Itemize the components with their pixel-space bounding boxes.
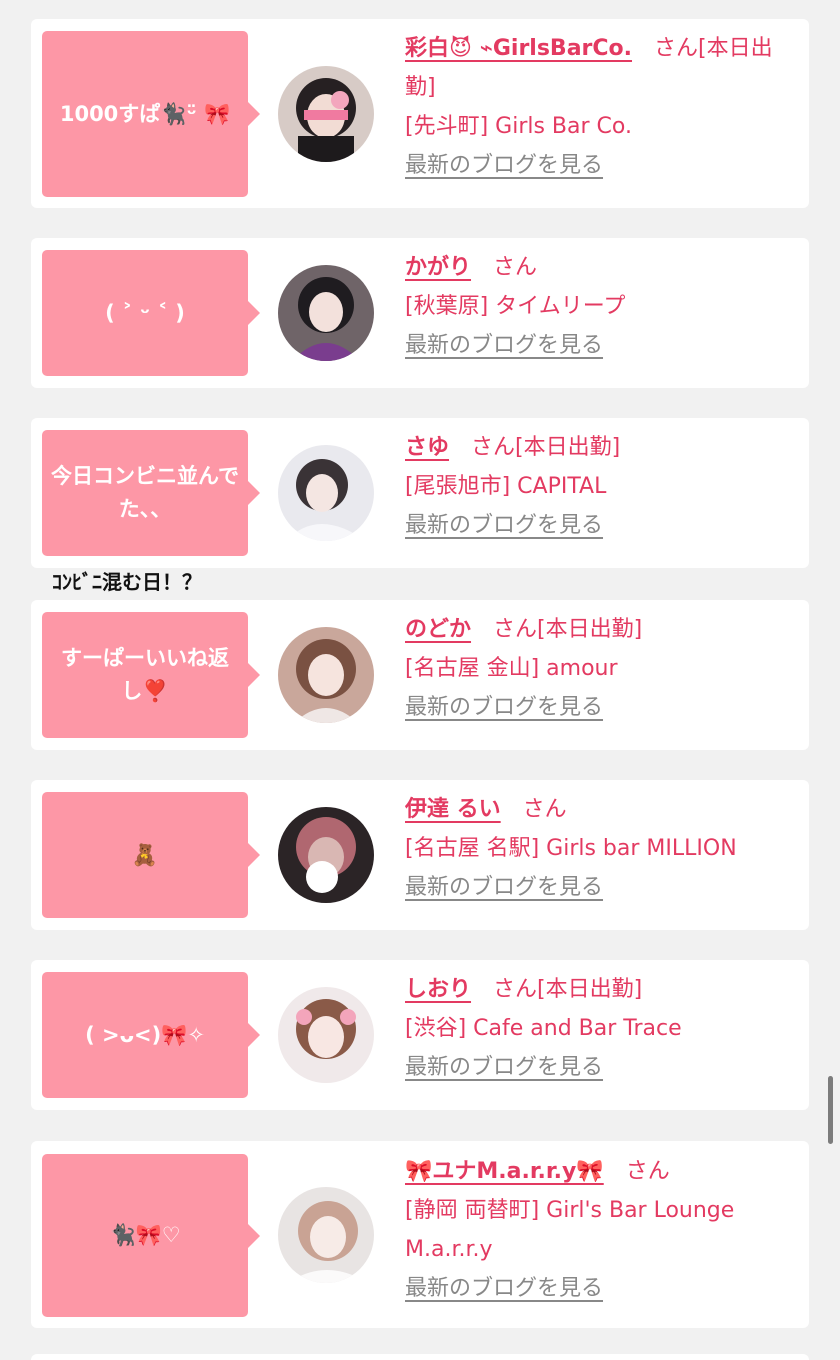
girl-name-link[interactable]: かがり: [405, 255, 471, 280]
latest-blog-link[interactable]: 最新のブログを見る: [405, 688, 797, 727]
comment-text: ( ˃ ᵕ ˂ ): [105, 300, 185, 325]
shop-label: [先斗町] Girls Bar Co.: [405, 114, 632, 139]
avatar[interactable]: [278, 265, 374, 361]
girl-info: しおり さん[本日出勤] [渋谷] Cafe and Bar Trace 最新のブ…: [405, 970, 797, 1087]
bubble-overflow-text: ｺﾝﾋﾞﾆ混む日！？: [52, 570, 202, 594]
girl-status: さん[本日出勤]: [471, 435, 621, 460]
girl-info: のどか さん[本日出勤] [名古屋 金山] amour 最新のブログを見る: [405, 610, 797, 727]
comment-text: 1000すぱ🐈‍⬛ᵕ̈ 🎀: [59, 101, 231, 126]
latest-blog-link[interactable]: 最新のブログを見る: [405, 1269, 797, 1308]
girl-card: 今日コンビニ並んでた、、 さゆ さん[本日出勤] [尾張旭市] CAPITAL 最…: [31, 418, 809, 568]
girl-status: さん: [493, 255, 538, 280]
girl-status: さん: [625, 1159, 670, 1184]
comment-bubble[interactable]: 今日コンビニ並んでた、、: [42, 430, 260, 556]
avatar-image: [278, 66, 374, 162]
shop-label: [名古屋 名駅] Girls bar MILLION: [405, 836, 737, 861]
girl-status: さん[本日出勤]: [493, 977, 643, 1002]
girl-info: 伊達 るい さん [名古屋 名駅] Girls bar MILLION 最新のブロ…: [405, 790, 797, 907]
avatar[interactable]: [278, 445, 374, 541]
latest-blog-link[interactable]: 最新のブログを見る: [405, 1048, 797, 1087]
girl-name-link[interactable]: さゆ: [405, 435, 449, 460]
girl-name-link[interactable]: しおり: [405, 977, 471, 1002]
avatar[interactable]: [278, 987, 374, 1083]
latest-blog-link[interactable]: 最新のブログを見る: [405, 326, 797, 365]
girl-name-link[interactable]: 伊達 るい: [405, 797, 501, 822]
girl-card: 1000すぱ🐈‍⬛ᵕ̈ 🎀 彩白😈 ⌁GirlsBarCo. さん[本日出勤] […: [31, 19, 809, 208]
shop-label: [尾張旭市] CAPITAL: [405, 474, 607, 499]
girl-name-link[interactable]: 🎀ユナM.a.r.r.y🎀: [405, 1159, 604, 1184]
girl-card: すーぱーいいね返し❣️ のどか さん[本日出勤] [名古屋 金山] amour 最…: [31, 600, 809, 750]
avatar[interactable]: [278, 627, 374, 723]
comment-bubble[interactable]: ( ˃ ᵕ ˂ ): [42, 250, 260, 376]
girl-info: さゆ さん[本日出勤] [尾張旭市] CAPITAL 最新のブログを見る: [405, 428, 797, 545]
avatar[interactable]: [278, 66, 374, 162]
girl-status: さん[本日出勤]: [493, 617, 643, 642]
latest-blog-link[interactable]: 最新のブログを見る: [405, 506, 797, 545]
girl-info: 🎀ユナM.a.r.r.y🎀 さん [静岡 両替町] Girl's Bar Loun…: [405, 1152, 797, 1308]
avatar-image: [278, 627, 374, 723]
avatar[interactable]: [278, 807, 374, 903]
girl-name-link[interactable]: のどか: [405, 617, 471, 642]
comment-text: ( >ᴗ<)🎀✧: [85, 1022, 205, 1047]
shop-label: [名古屋 金山] amour: [405, 656, 618, 681]
girl-name-link[interactable]: 彩白😈 ⌁GirlsBarCo.: [405, 36, 632, 61]
avatar-image: [278, 807, 374, 903]
avatar-image: [278, 1187, 374, 1283]
comment-text: 今日コンビニ並んでた、、: [51, 464, 239, 521]
shop-label: [渋谷] Cafe and Bar Trace: [405, 1016, 682, 1041]
comment-bubble[interactable]: 🧸: [42, 792, 260, 918]
comment-text: 🐈‍⬛🎀♡: [109, 1223, 181, 1248]
shop-label: [静岡 両替町] Girl's Bar Lounge M.a.r.r.y: [405, 1198, 735, 1262]
latest-blog-link[interactable]: 最新のブログを見る: [405, 146, 797, 185]
scrollbar[interactable]: [828, 1076, 833, 1144]
comment-bubble[interactable]: 1000すぱ🐈‍⬛ᵕ̈ 🎀: [42, 31, 260, 197]
comment-bubble[interactable]: 🐈‍⬛🎀♡: [42, 1154, 260, 1317]
comment-text: 🧸: [131, 842, 159, 867]
girl-card: 🧸 伊達 るい さん [名古屋 名駅] Girls bar MILLION 最新の…: [31, 780, 809, 930]
avatar-image: [278, 265, 374, 361]
avatar[interactable]: [278, 1187, 374, 1283]
girl-card: ( >ᴗ<)🎀✧ しおり さん[本日出勤] [渋谷] Cafe and Bar T…: [31, 960, 809, 1110]
girl-status: さん: [522, 797, 567, 822]
latest-blog-link[interactable]: 最新のブログを見る: [405, 868, 797, 907]
avatar-image: [278, 987, 374, 1083]
next-card-edge: [31, 1354, 809, 1360]
girl-info: かがり さん [秋葉原] タイムリープ 最新のブログを見る: [405, 248, 797, 365]
girl-info: 彩白😈 ⌁GirlsBarCo. さん[本日出勤] [先斗町] Girls Bar…: [405, 29, 797, 185]
shop-label: [秋葉原] タイムリープ: [405, 294, 626, 319]
comment-bubble[interactable]: すーぱーいいね返し❣️: [42, 612, 260, 738]
girl-card: ( ˃ ᵕ ˂ ) かがり さん [秋葉原] タイムリープ 最新のブログを見る: [31, 238, 809, 388]
girl-card: 🐈‍⬛🎀♡ 🎀ユナM.a.r.r.y🎀 さん [静岡 両替町] Girl's Ba…: [31, 1141, 809, 1328]
avatar-image: [278, 445, 374, 541]
comment-bubble[interactable]: ( >ᴗ<)🎀✧: [42, 972, 260, 1098]
comment-text: すーぱーいいね返し❣️: [61, 646, 229, 703]
